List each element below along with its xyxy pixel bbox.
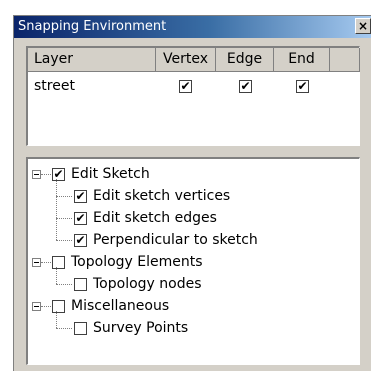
table-header: Layer Vertex Edge End — [28, 48, 360, 72]
end-checkbox[interactable]: ✔ — [296, 76, 310, 96]
tree-checkbox[interactable]: ✔ — [74, 210, 87, 225]
tree-checkbox[interactable] — [52, 299, 65, 313]
tree-connector — [56, 218, 72, 220]
layer-name: street — [34, 78, 75, 94]
column-header-end[interactable]: End — [274, 48, 330, 72]
tree-item[interactable]: ✔ Edit Sketch — [52, 164, 150, 184]
check-icon: ✔ — [75, 188, 86, 203]
tree-connector — [41, 306, 51, 308]
tree-item[interactable]: ✔ Edit sketch edges — [74, 208, 217, 228]
tree-item-label: Edit Sketch — [71, 166, 150, 182]
column-header-edge[interactable]: Edge — [216, 48, 274, 72]
check-icon: ✔ — [297, 78, 308, 93]
tree-connector — [56, 328, 72, 330]
tree-item-label: Miscellaneous — [71, 298, 170, 314]
tree-checkbox[interactable] — [74, 277, 87, 291]
tree-item-label: Survey Points — [93, 320, 189, 336]
snap-agent-tree: ✔ Edit Sketch ✔ Edit sketch vertices ✔ Edit s… — [26, 157, 360, 365]
edge-checkbox[interactable]: ✔ — [239, 76, 253, 96]
check-icon: ✔ — [75, 232, 86, 247]
check-icon: ✔ — [240, 78, 251, 93]
tree-connector — [41, 174, 51, 176]
tree-connector — [56, 196, 72, 198]
tree-item-label: Edit sketch edges — [93, 210, 217, 226]
tree-item[interactable]: ✔ Perpendicular to sketch — [74, 230, 258, 250]
check-icon: ✔ — [75, 210, 86, 225]
tree-connector — [56, 311, 58, 328]
column-header-layer[interactable]: Layer — [28, 48, 156, 72]
tree-item-label: Perpendicular to sketch — [93, 232, 258, 248]
tree-connector — [56, 179, 58, 196]
tree-item[interactable]: Survey Points — [74, 318, 188, 338]
column-header-filler — [330, 48, 360, 72]
collapse-icon[interactable] — [32, 302, 41, 311]
tree-item-label: Edit sketch vertices — [93, 188, 231, 204]
tree-item[interactable]: Miscellaneous — [52, 296, 169, 316]
tree-connector — [56, 196, 58, 218]
vertex-checkbox[interactable]: ✔ — [179, 76, 193, 96]
table-row: street ✔ ✔ ✔ — [28, 76, 359, 96]
column-header-vertex[interactable]: Vertex — [156, 48, 216, 72]
tree-checkbox[interactable]: ✔ — [74, 232, 87, 247]
collapse-icon[interactable] — [32, 170, 41, 179]
tree-connector — [56, 218, 58, 240]
layer-table: Layer Vertex Edge End street ✔ ✔ ✔ — [26, 46, 360, 146]
tree-item[interactable]: ✔ Edit sketch vertices — [74, 186, 230, 206]
tree-item-label: Topology nodes — [93, 276, 202, 292]
check-icon: ✔ — [53, 166, 64, 181]
tree-connector — [56, 267, 58, 284]
tree-checkbox[interactable] — [52, 255, 65, 269]
check-icon: ✔ — [180, 78, 191, 93]
tree-checkbox[interactable]: ✔ — [74, 188, 87, 203]
tree-connector — [56, 284, 72, 286]
collapse-icon[interactable] — [32, 258, 41, 267]
tree-item[interactable]: Topology Elements — [52, 252, 203, 272]
close-icon[interactable]: × — [355, 18, 371, 34]
tree-connector — [56, 240, 72, 242]
tree-checkbox[interactable] — [74, 321, 87, 335]
window-title: Snapping Environment — [18, 19, 167, 34]
tree-connector — [41, 262, 51, 264]
tree-item-label: Topology Elements — [71, 254, 203, 270]
snapping-environment-window: Snapping Environment × Layer Vertex Edge… — [13, 15, 371, 371]
title-bar[interactable]: Snapping Environment × — [14, 16, 371, 38]
tree-item[interactable]: Topology nodes — [74, 274, 202, 294]
tree-checkbox[interactable]: ✔ — [52, 166, 65, 181]
